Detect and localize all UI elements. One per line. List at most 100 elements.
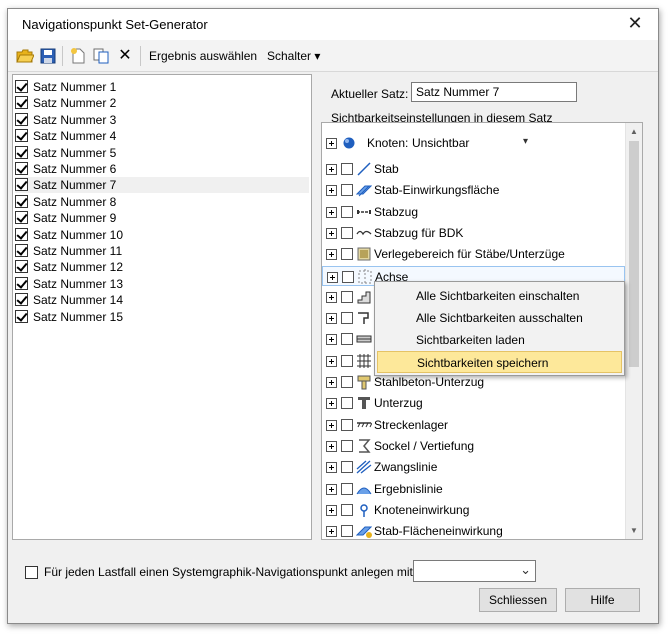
scroll-thumb[interactable] bbox=[629, 141, 639, 367]
tree-row[interactable]: Zwangslinie bbox=[322, 457, 625, 477]
visibility-checkbox[interactable] bbox=[341, 248, 353, 261]
visibility-checkbox[interactable] bbox=[341, 418, 353, 431]
expand-icon[interactable] bbox=[327, 271, 338, 283]
expand-icon[interactable] bbox=[326, 483, 337, 495]
set-list-item[interactable]: Satz Nummer 12 bbox=[15, 259, 309, 275]
tree-row[interactable]: Verlegebereich für Stäbe/Unterzüge bbox=[322, 244, 625, 264]
set-checkbox[interactable] bbox=[15, 178, 28, 192]
tree-row[interactable]: Stab-Flächeneinwirkung bbox=[322, 521, 625, 539]
set-checkbox[interactable] bbox=[15, 244, 28, 257]
expand-icon[interactable] bbox=[326, 398, 337, 410]
context-menu-item[interactable]: Alle Sichtbarkeiten ausschalten bbox=[377, 307, 622, 329]
visibility-checkbox[interactable] bbox=[341, 503, 353, 516]
set-list-item[interactable]: Satz Nummer 10 bbox=[15, 227, 309, 243]
visibility-checkbox[interactable] bbox=[341, 290, 353, 303]
visibility-checkbox[interactable] bbox=[341, 525, 353, 538]
set-list-item[interactable]: Satz Nummer 13 bbox=[15, 276, 309, 292]
set-list-item[interactable]: Satz Nummer 4 bbox=[15, 128, 309, 144]
scroll-up-icon[interactable]: ▲ bbox=[626, 123, 642, 140]
expand-icon[interactable] bbox=[326, 419, 337, 431]
result-select-button[interactable]: Ergebnis auswählen bbox=[149, 49, 257, 63]
expand-icon[interactable] bbox=[326, 138, 337, 149]
visibility-checkbox[interactable] bbox=[342, 270, 354, 283]
set-checkbox[interactable] bbox=[15, 293, 28, 307]
set-checkbox[interactable] bbox=[15, 194, 28, 208]
visibility-checkbox[interactable] bbox=[341, 205, 353, 218]
set-dropdown[interactable]: ⌄ bbox=[413, 560, 536, 582]
switch-menu-button[interactable]: Schalter ▾ bbox=[267, 49, 320, 63]
tree-row[interactable]: Sockel / Vertiefung bbox=[322, 436, 625, 456]
expand-icon[interactable] bbox=[326, 206, 337, 218]
set-checkbox[interactable] bbox=[15, 260, 28, 274]
visibility-checkbox[interactable] bbox=[341, 376, 353, 388]
set-list-item[interactable]: Satz Nummer 8 bbox=[15, 194, 309, 210]
expand-icon[interactable] bbox=[326, 440, 337, 452]
visibility-checkbox[interactable] bbox=[341, 163, 353, 175]
new-icon[interactable] bbox=[69, 47, 87, 65]
copy-icon[interactable] bbox=[92, 47, 110, 65]
scroll-down-icon[interactable]: ▼ bbox=[626, 522, 642, 539]
help-button[interactable]: Hilfe bbox=[565, 588, 640, 612]
expand-icon[interactable] bbox=[326, 526, 337, 538]
set-list-item[interactable]: Satz Nummer 15 bbox=[15, 309, 309, 325]
set-checkbox[interactable] bbox=[15, 112, 28, 126]
expand-icon[interactable] bbox=[326, 249, 337, 261]
open-folder-icon[interactable] bbox=[16, 47, 35, 65]
tree-row[interactable]: Stabzug für BDK bbox=[322, 223, 625, 243]
set-list-item[interactable]: Satz Nummer 9 bbox=[15, 210, 309, 226]
set-checkbox[interactable] bbox=[15, 276, 28, 290]
context-menu-item[interactable]: Sichtbarkeiten laden bbox=[377, 329, 622, 351]
expand-icon[interactable] bbox=[326, 377, 337, 388]
tree-scrollbar[interactable]: ▲ ▼ bbox=[625, 123, 642, 539]
visibility-checkbox[interactable] bbox=[341, 312, 353, 325]
tree-row[interactable]: Streckenlager bbox=[322, 415, 625, 435]
tree-row[interactable]: Stab-Einwirkungsfläche bbox=[322, 180, 625, 200]
save-icon[interactable] bbox=[39, 47, 57, 65]
context-menu-item[interactable]: Alle Sichtbarkeiten einschalten bbox=[377, 285, 622, 307]
set-checkbox[interactable] bbox=[15, 129, 28, 143]
visibility-checkbox[interactable] bbox=[341, 439, 353, 452]
expand-icon[interactable] bbox=[326, 164, 337, 175]
set-list-item[interactable]: Satz Nummer 7 bbox=[15, 177, 309, 194]
visibility-checkbox[interactable] bbox=[341, 482, 353, 495]
close-icon[interactable]: ✕ bbox=[612, 9, 658, 40]
set-list-item[interactable]: Satz Nummer 2 bbox=[15, 95, 309, 111]
expand-icon[interactable] bbox=[326, 504, 337, 516]
visibility-checkbox[interactable] bbox=[341, 333, 353, 346]
set-list-item[interactable]: Satz Nummer 6 bbox=[15, 161, 309, 177]
set-list-item[interactable]: Satz Nummer 14 bbox=[15, 292, 309, 308]
context-menu-item[interactable]: Sichtbarkeiten speichern bbox=[377, 351, 622, 373]
expand-icon[interactable] bbox=[326, 334, 337, 346]
tree-row[interactable]: Unterzug bbox=[322, 393, 625, 413]
set-checkbox[interactable] bbox=[15, 80, 28, 93]
set-list[interactable]: Satz Nummer 1 Satz Nummer 2 Satz Nummer 3 S… bbox=[12, 74, 312, 540]
set-checkbox[interactable] bbox=[15, 309, 28, 323]
set-list-item[interactable]: Satz Nummer 11 bbox=[15, 243, 309, 259]
set-list-item[interactable]: Satz Nummer 5 bbox=[15, 145, 309, 161]
delete-icon[interactable]: ✕ bbox=[116, 47, 134, 65]
tree-row[interactable]: Knoteneinwirkung bbox=[322, 500, 625, 520]
visibility-checkbox[interactable] bbox=[341, 184, 353, 197]
tree-row[interactable]: Ergebnislinie bbox=[322, 479, 625, 499]
set-list-item[interactable]: Satz Nummer 1 bbox=[15, 79, 309, 95]
expand-icon[interactable] bbox=[326, 291, 337, 303]
knoten-dropdown[interactable]: Unsichtbar ▾ bbox=[410, 133, 532, 153]
expand-icon[interactable] bbox=[326, 313, 337, 325]
set-checkbox[interactable] bbox=[15, 211, 28, 225]
set-checkbox[interactable] bbox=[15, 96, 28, 110]
visibility-checkbox[interactable] bbox=[341, 397, 353, 410]
set-list-item[interactable]: Satz Nummer 3 bbox=[15, 112, 309, 128]
expand-icon[interactable] bbox=[326, 227, 337, 239]
tree-row-knoten[interactable]: Knoten: Unsichtbar ▾ bbox=[322, 133, 625, 153]
visibility-checkbox[interactable] bbox=[341, 461, 353, 474]
close-button[interactable]: Schliessen bbox=[479, 588, 557, 612]
set-checkbox[interactable] bbox=[15, 145, 28, 159]
set-checkbox[interactable] bbox=[15, 227, 28, 241]
expand-icon[interactable] bbox=[326, 462, 337, 474]
visibility-checkbox[interactable] bbox=[341, 226, 353, 239]
tree-row[interactable]: Stabzug bbox=[322, 202, 625, 222]
tree-row[interactable]: Stab bbox=[322, 159, 625, 179]
current-set-input[interactable]: Satz Nummer 7 bbox=[411, 82, 577, 102]
expand-icon[interactable] bbox=[326, 185, 337, 197]
set-checkbox[interactable] bbox=[15, 162, 28, 175]
